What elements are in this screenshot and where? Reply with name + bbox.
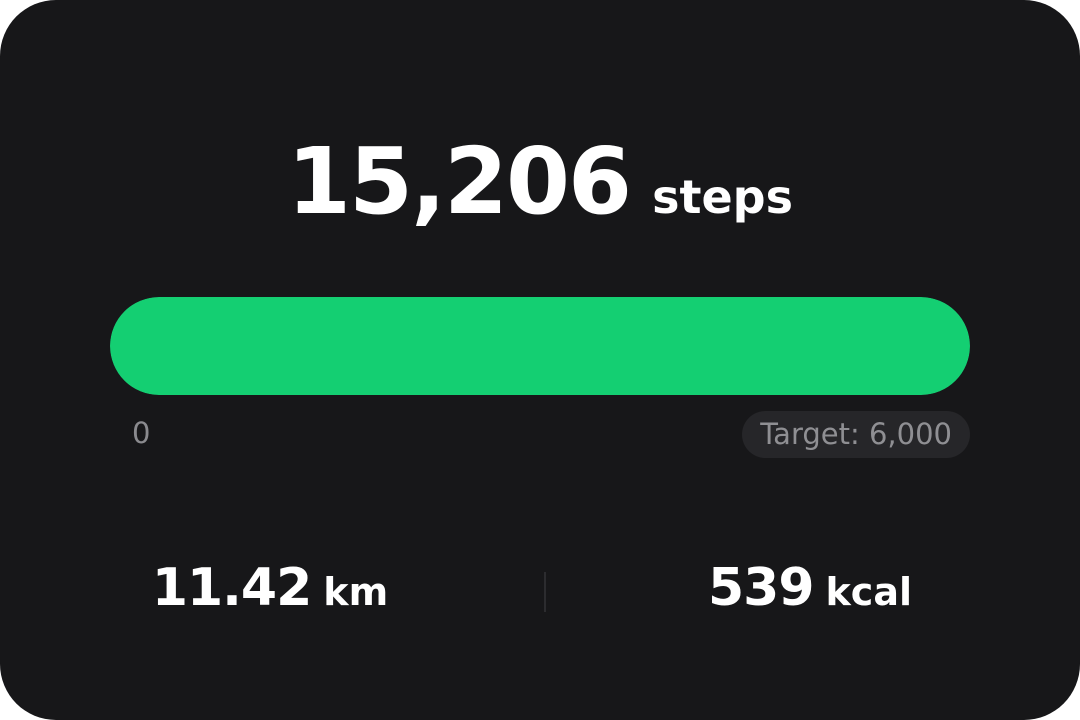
steps-progress-bar xyxy=(110,297,970,395)
progress-min-label: 0 xyxy=(132,416,151,450)
steps-progress-fill xyxy=(110,297,970,395)
steps-unit: steps xyxy=(652,170,793,224)
distance-unit: km xyxy=(323,570,389,614)
distance-value: 11.42 xyxy=(151,558,312,618)
calories-stat: 539 kcal xyxy=(540,558,1080,618)
steps-card[interactable]: 15,206 steps 0 Target: 6,000 11.42 km 539 k… xyxy=(0,0,1080,720)
steps-count: 15,206 xyxy=(287,128,632,235)
target-badge: Target: 6,000 xyxy=(742,411,970,458)
distance-stat: 11.42 km xyxy=(0,558,540,618)
calories-unit: kcal xyxy=(825,570,912,614)
steps-summary: 15,206 steps xyxy=(0,128,1080,235)
calories-value: 539 xyxy=(707,558,815,618)
